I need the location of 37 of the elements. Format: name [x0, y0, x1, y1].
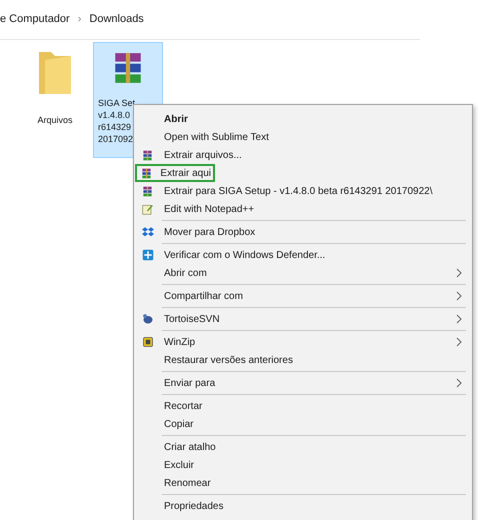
shield-icon: [142, 249, 154, 261]
menu-item[interactable]: Restaurar versões anteriores: [136, 351, 466, 369]
menu-item[interactable]: Extrair aqui: [135, 164, 215, 182]
menu-item[interactable]: Mover para Dropbox: [136, 223, 466, 241]
file-name: 2017092: [98, 133, 134, 145]
file-item[interactable]: Arquivos: [20, 42, 90, 158]
chevron-right-icon: [456, 337, 462, 347]
chevron-right-icon: [456, 291, 462, 301]
menu-item[interactable]: Edit with Notepad++: [136, 200, 466, 218]
file-name: Arquivos: [36, 114, 74, 126]
breadcrumb-item[interactable]: e Computador: [0, 11, 70, 28]
menu-item[interactable]: Enviar para: [136, 374, 466, 392]
winzip-icon: [142, 336, 154, 348]
chevron-right-icon: [456, 314, 462, 324]
menu-item[interactable]: Compartilhar com: [136, 287, 466, 305]
chevron-right-icon: [456, 378, 462, 388]
menu-item[interactable]: TortoiseSVN: [136, 310, 466, 328]
menu-item[interactable]: WinZip: [136, 333, 466, 351]
menu-item[interactable]: Renomear: [136, 474, 466, 492]
menu-item[interactable]: Recortar: [136, 397, 466, 415]
menu-item[interactable]: Abrir com: [136, 264, 466, 282]
menu-item[interactable]: Excluir: [136, 456, 466, 474]
menu-item[interactable]: Copiar: [136, 415, 466, 433]
menu-item[interactable]: Propriedades: [136, 497, 466, 515]
file-name: r614329: [98, 121, 132, 133]
breadcrumb-item[interactable]: Downloads: [89, 11, 144, 28]
breadcrumb-separator: ›: [78, 12, 82, 28]
archive-books-icon: [141, 168, 152, 178]
notepad-icon: [142, 204, 153, 214]
dropbox-icon: [142, 226, 154, 238]
menu-item[interactable]: Verificar com o Windows Defender...: [136, 246, 466, 264]
menu-item[interactable]: Criar atalho: [136, 438, 466, 456]
archive-books-icon: [142, 150, 153, 160]
archive-books-icon: [142, 186, 153, 196]
chevron-right-icon: [456, 268, 462, 278]
file-name: v1.4.8.0: [98, 109, 132, 121]
menu-item[interactable]: Extrair para SIGA Setup - v1.4.8.0 beta r6143291 20170922\: [136, 182, 466, 200]
